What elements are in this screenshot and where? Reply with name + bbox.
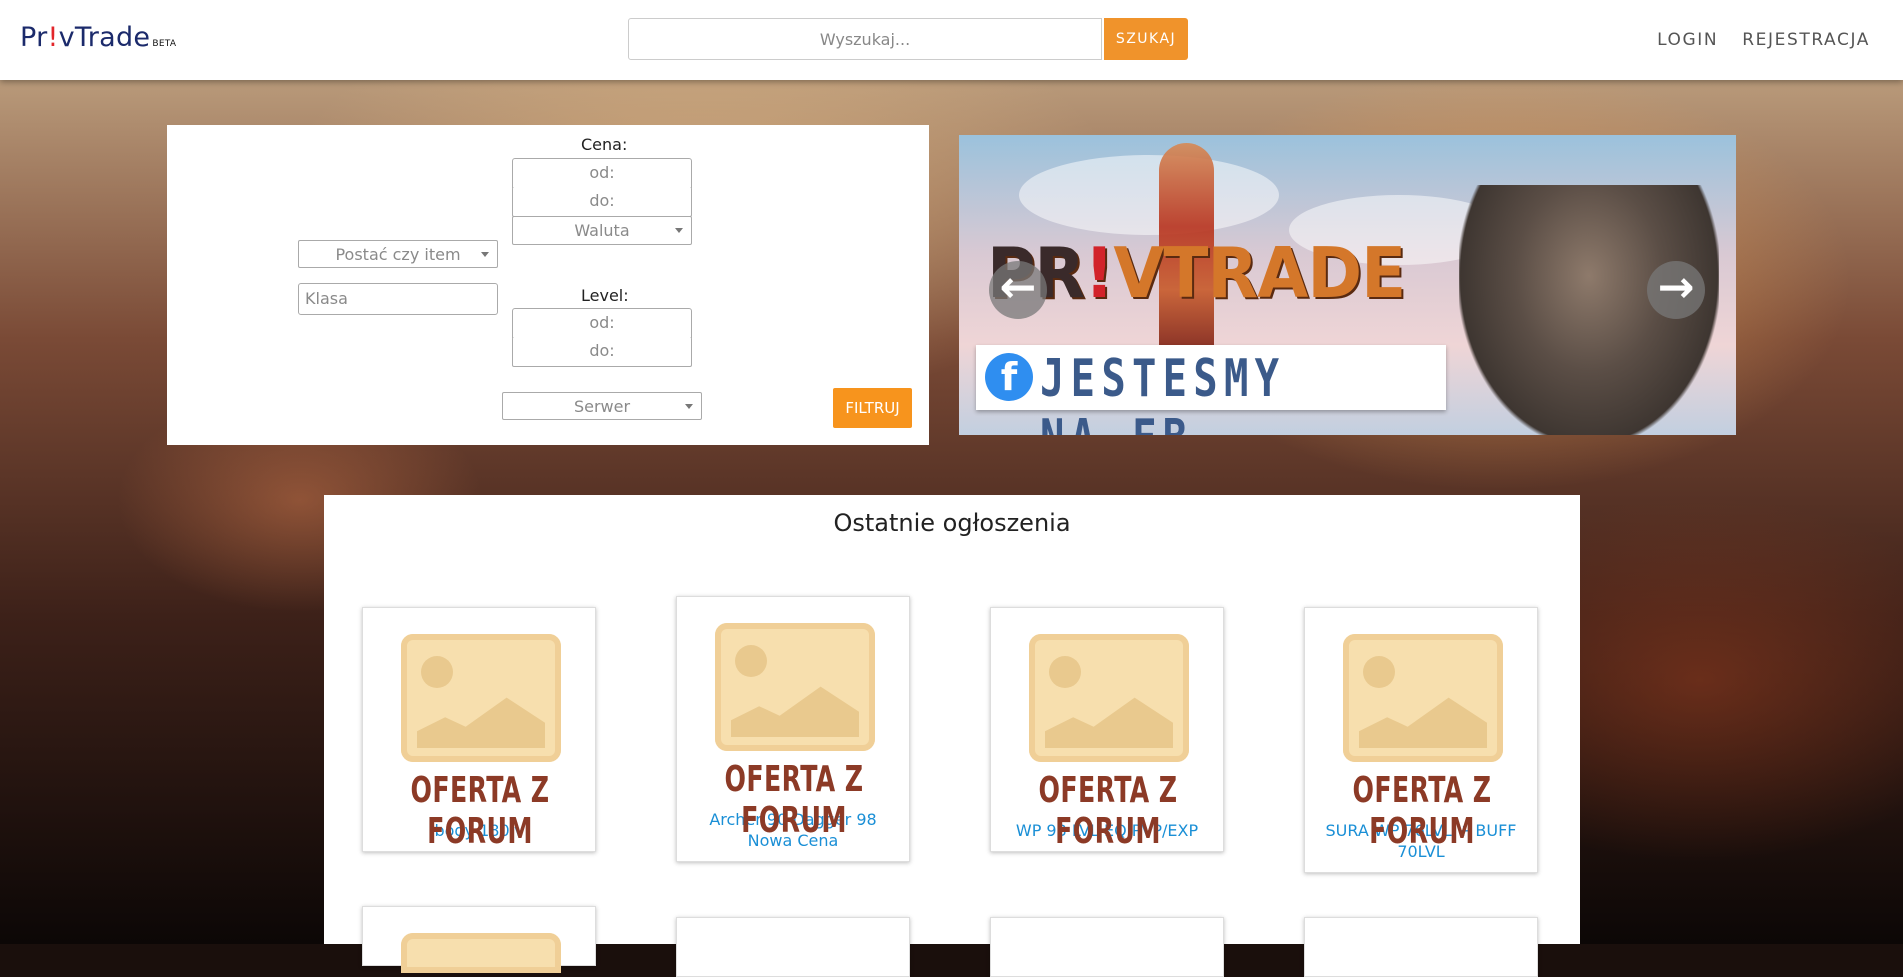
search-form: SZUKAJ [628, 18, 1188, 60]
type-select-value: Postać czy item [335, 245, 461, 264]
filter-panel: Cena: od: do: Waluta Postać czy item Kla… [167, 125, 929, 445]
offer-card[interactable]: OFERTA Z FORUM SURA WP 76LVL + BUFF 70LV… [1304, 607, 1538, 873]
image-placeholder-icon [1029, 634, 1189, 762]
offer-thumbnail: OFERTA Z FORUM [991, 608, 1225, 852]
level-label: Level: [581, 286, 629, 305]
price-to-input[interactable]: do: [512, 187, 692, 217]
arrow-right-icon[interactable]: → [1647, 261, 1705, 319]
currency-select[interactable]: Waluta [512, 216, 692, 245]
server-select[interactable]: Serwer [502, 392, 702, 420]
offer-thumbnail: OFERTA Z FORUM [677, 597, 911, 841]
class-input[interactable]: Klasa [298, 283, 498, 315]
server-select-value: Serwer [573, 397, 631, 416]
offer-stamp: OFERTA Z FORUM [724, 759, 864, 841]
offer-card[interactable]: OFERTA Z FORUM body 180lv [362, 607, 596, 852]
level-from-input[interactable]: od: [512, 308, 692, 338]
image-placeholder-icon [1343, 634, 1503, 762]
image-placeholder-icon [401, 634, 561, 762]
image-placeholder-icon [401, 933, 561, 973]
cloud-decoration [1019, 155, 1279, 235]
price-from-input[interactable]: od: [512, 158, 692, 188]
beta-badge: BETA [152, 39, 177, 49]
site-logo[interactable]: Pr!vTrade BETA [20, 22, 176, 53]
offer-stamp: OFERTA Z FORUM [1038, 770, 1178, 852]
facebook-icon: f [985, 353, 1033, 401]
facebook-badge: f JESTESMY NA FB [976, 345, 1446, 435]
register-link[interactable]: REJESTRACJA [1742, 30, 1870, 50]
top-navbar: Pr!vTradeBETA SZUKAJ LOGIN REJESTRACJA [0, 0, 1903, 80]
offer-card[interactable] [1304, 917, 1538, 977]
search-button[interactable]: SZUKAJ [1104, 18, 1188, 60]
filter-button[interactable]: FILTRUJ [833, 388, 912, 428]
offer-thumbnail: OFERTA Z FORUM [363, 608, 597, 852]
offer-thumbnail: OFERTA Z FORUM [1305, 608, 1539, 852]
recent-offers-section: Ostatnie ogłoszenia OFERTA Z FORUM body … [324, 495, 1580, 977]
level-to-input[interactable]: do: [512, 337, 692, 367]
banner-logo: PR!VTRADE [987, 233, 1406, 314]
section-title: Ostatnie ogłoszenia [833, 509, 1071, 537]
image-placeholder-icon [715, 623, 875, 751]
arrow-left-icon[interactable]: ← [989, 261, 1047, 319]
offer-stamp: OFERTA Z FORUM [410, 770, 550, 852]
promo-banner[interactable]: PR!VTRADE f JESTESMY NA FB ← → [959, 135, 1736, 435]
offer-card[interactable]: OFERTA Z FORUM Archer 90 Dagger 98 Nowa … [676, 596, 910, 862]
price-label: Cena: [581, 135, 628, 154]
offer-card[interactable] [676, 917, 910, 977]
offer-card[interactable]: OFERTA Z FORUM WP 93 LVL EQ PVP/EXP [990, 607, 1224, 852]
auth-links: LOGIN REJESTRACJA [1633, 30, 1870, 50]
offer-card[interactable] [362, 906, 596, 973]
offer-card[interactable] [990, 917, 1224, 977]
offer-stamp: OFERTA Z FORUM [1352, 770, 1492, 852]
login-link[interactable]: LOGIN [1657, 30, 1718, 50]
currency-select-value: Waluta [574, 221, 630, 240]
type-select[interactable]: Postać czy item [298, 240, 498, 268]
facebook-text: JESTESMY NA FB [1040, 349, 1286, 435]
search-input[interactable] [628, 18, 1102, 60]
